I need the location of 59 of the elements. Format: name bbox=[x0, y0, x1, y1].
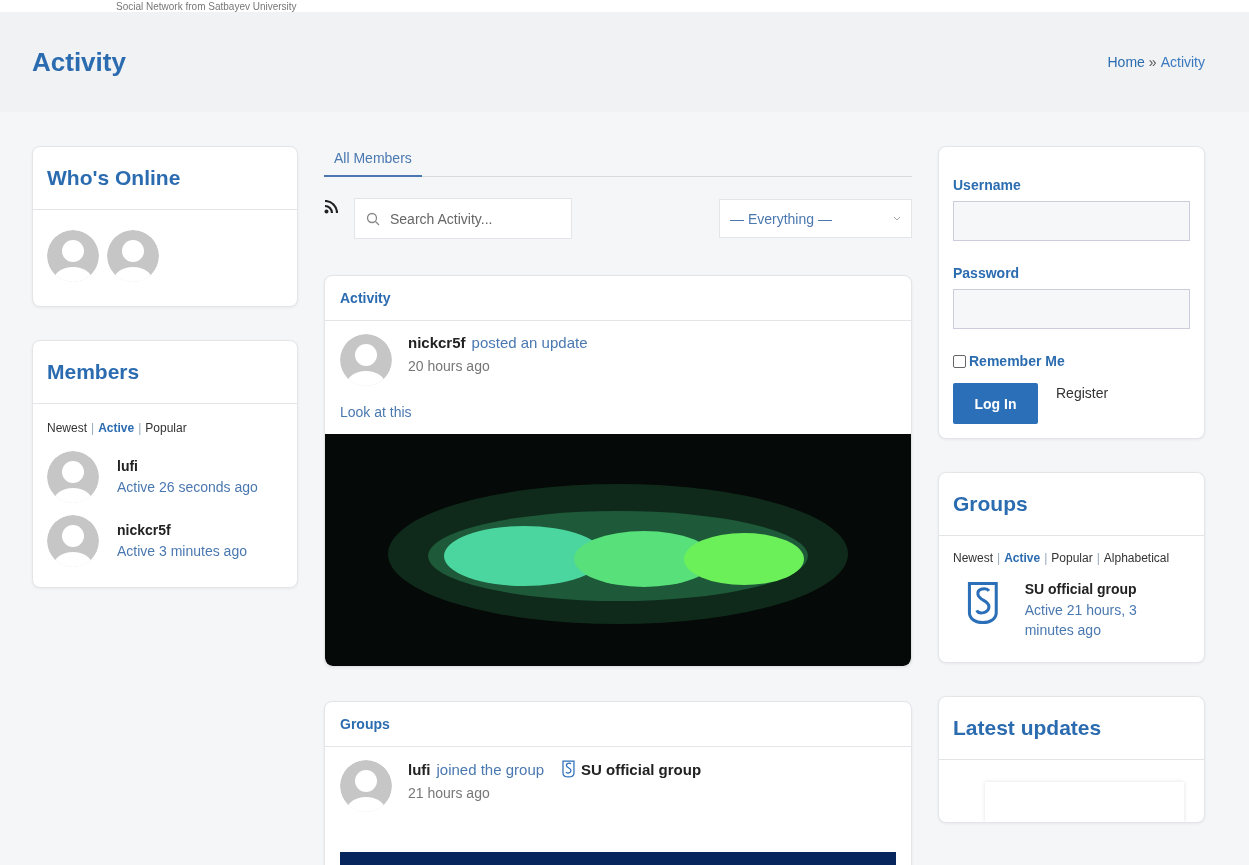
section-heading: Activity bbox=[325, 276, 911, 321]
filter-link[interactable]: Active bbox=[98, 420, 135, 437]
filter-link[interactable]: Popular bbox=[145, 420, 187, 437]
filter-dropdown[interactable]: — Everything — bbox=[719, 199, 912, 238]
member-name[interactable]: lufi bbox=[117, 457, 258, 474]
filter-link[interactable]: Active bbox=[1004, 550, 1041, 567]
filter-link[interactable]: Newest bbox=[47, 420, 87, 437]
separator: | bbox=[1044, 550, 1048, 567]
breadcrumb-separator: » bbox=[1148, 54, 1157, 70]
action-text: posted an update bbox=[471, 334, 588, 351]
member-activity: Active 3 minutes ago bbox=[117, 541, 247, 561]
register-link[interactable]: Register bbox=[1056, 385, 1109, 401]
avatar[interactable] bbox=[340, 760, 392, 812]
login-button[interactable]: Log In bbox=[953, 383, 1038, 424]
post-text: Look at this bbox=[340, 404, 413, 420]
tab[interactable]: All Members bbox=[324, 150, 422, 177]
widget-title: Groups bbox=[953, 491, 1029, 517]
breadcrumb-link[interactable]: Home bbox=[1107, 54, 1145, 70]
action-text: joined the group bbox=[436, 760, 545, 778]
avatar[interactable] bbox=[107, 230, 159, 282]
separator: | bbox=[91, 420, 95, 437]
group-activity: Active 21 hours, 3 minutes ago bbox=[1024, 601, 1138, 640]
member-activity: Active 26 seconds ago bbox=[117, 477, 258, 497]
username-field[interactable] bbox=[953, 201, 1190, 241]
page-title: Activity bbox=[32, 46, 126, 78]
filter-link[interactable]: Alphabetical bbox=[1103, 550, 1170, 567]
group-logo-icon bbox=[967, 581, 999, 625]
widget-title: Members bbox=[47, 359, 141, 385]
avatar[interactable] bbox=[47, 515, 99, 567]
avatar[interactable] bbox=[47, 451, 99, 503]
search-icon bbox=[366, 212, 380, 226]
group-link[interactable]: SU official group bbox=[581, 760, 702, 778]
separator: | bbox=[997, 550, 1001, 567]
shield-logo-icon bbox=[562, 760, 576, 778]
field-label: Username bbox=[953, 177, 1022, 193]
filter-link[interactable]: Newest bbox=[953, 550, 993, 567]
password-field[interactable] bbox=[953, 289, 1190, 329]
checkbox[interactable] bbox=[953, 354, 966, 368]
user-link[interactable]: lufi bbox=[408, 760, 431, 778]
avatar[interactable] bbox=[47, 230, 99, 282]
site-tagline: Social Network from Satbayev University bbox=[116, 1, 297, 12]
widget-title: Latest updates bbox=[953, 715, 1103, 741]
checkbox-label: Remember Me bbox=[969, 353, 1065, 369]
member-name[interactable]: nickcr5f bbox=[117, 521, 247, 538]
rss-icon[interactable] bbox=[324, 200, 338, 214]
separator: | bbox=[1096, 550, 1100, 567]
chevron-down-icon bbox=[893, 216, 901, 221]
breadcrumb-current: Activity bbox=[1160, 54, 1205, 70]
search-field[interactable]: Search Activity... bbox=[354, 198, 572, 239]
filter-link[interactable]: Popular bbox=[1051, 550, 1093, 567]
avatar[interactable] bbox=[340, 334, 392, 386]
user-link[interactable]: nickcr5f bbox=[408, 334, 466, 351]
separator: | bbox=[138, 420, 142, 437]
group-name[interactable]: SU official group bbox=[1024, 581, 1175, 597]
section-heading: Groups bbox=[325, 702, 911, 747]
widget-title: Who's Online bbox=[47, 165, 182, 191]
field-label: Password bbox=[953, 265, 1021, 281]
timestamp: 20 hours ago bbox=[408, 358, 491, 374]
timestamp: 21 hours ago bbox=[408, 785, 491, 801]
